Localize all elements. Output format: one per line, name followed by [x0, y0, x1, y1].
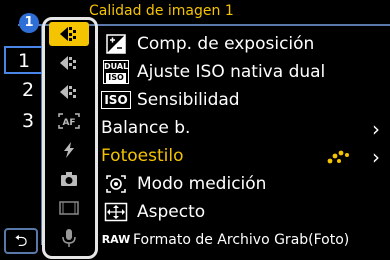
exposure-comp-icon: [101, 32, 131, 56]
tab-image-quality[interactable]: [49, 22, 89, 46]
camera-file-icon: [60, 85, 76, 99]
menu-item-sensitivity[interactable]: ISO Sensibilidad: [101, 86, 390, 113]
tab-video[interactable]: [49, 196, 89, 220]
tab-file[interactable]: [49, 80, 89, 104]
chevron-right-icon: ›: [372, 145, 380, 169]
menu-item-label: Modo medición: [137, 173, 267, 194]
menu-item-file-format[interactable]: RAW Formato de Archivo Grab(Foto): [101, 226, 390, 253]
tab-others[interactable]: [49, 167, 89, 191]
menu-item-label: Ajuste ISO nativa dual: [137, 61, 326, 82]
menu-item-photo-style[interactable]: Fotoestilo ›: [101, 142, 390, 169]
page-1-button[interactable]: 1: [4, 46, 42, 74]
tab-audio[interactable]: [49, 226, 89, 250]
camera-focus-icon: [60, 56, 76, 70]
menu-item-label: Formato de Archivo Grab(Foto): [133, 231, 350, 248]
back-button[interactable]: ⮌: [4, 228, 38, 254]
raw-icon: RAW: [101, 233, 131, 246]
menu-item-aspect[interactable]: Aspecto: [101, 198, 390, 225]
chevron-right-icon: ›: [372, 117, 380, 141]
dual-text: DUAL: [104, 61, 129, 71]
svg-text:AF: AF: [62, 118, 75, 128]
video-icon: [59, 201, 79, 215]
flash-icon: [64, 142, 74, 158]
page-2-button[interactable]: 2: [14, 77, 42, 103]
photo-style-icon: [327, 150, 349, 164]
menu-item-label: Aspecto: [137, 201, 206, 222]
menu-item-label: Comp. de exposición: [137, 33, 315, 54]
menu-item-metering[interactable]: Modo medición: [101, 170, 390, 197]
menu-item-label: Balance b.: [101, 117, 191, 138]
af-icon: AF: [58, 113, 80, 129]
menu-item-exposure-comp[interactable]: Comp. de exposición: [101, 30, 390, 57]
iso-icon: ISO: [101, 88, 131, 112]
tab-af[interactable]: AF: [49, 109, 89, 133]
menu-number-badge: 1: [19, 13, 39, 33]
menu-item-label: Sensibilidad: [137, 89, 240, 110]
camera-others-icon: [61, 172, 77, 186]
dual-iso-icon: DUAL ISO: [101, 59, 131, 84]
tab-flash[interactable]: [49, 138, 89, 162]
tab-focus[interactable]: [49, 51, 89, 75]
iso-text: ISO: [106, 72, 126, 83]
page-3-button[interactable]: 3: [14, 108, 42, 134]
page-title: Calidad de imagen 1: [89, 3, 234, 19]
menu-item-dual-iso[interactable]: DUAL ISO Ajuste ISO nativa dual: [101, 58, 390, 85]
camera-image-quality-icon: [60, 27, 76, 41]
metering-icon: [101, 172, 131, 196]
menu-item-white-balance[interactable]: Balance b. ›: [101, 114, 390, 141]
menu-item-label: Fotoestilo: [101, 145, 184, 166]
microphone-icon: [62, 229, 76, 247]
aspect-icon: [101, 200, 131, 224]
